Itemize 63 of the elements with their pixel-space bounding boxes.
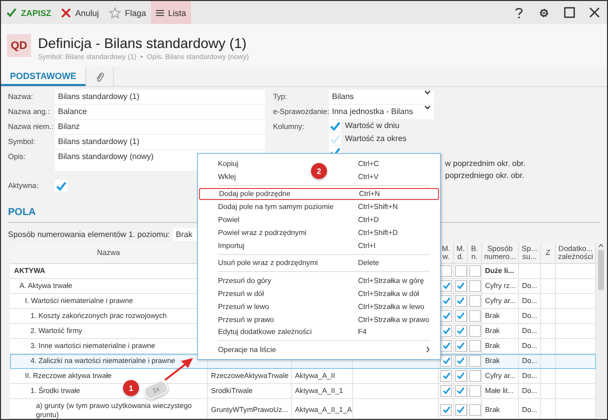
- maximize-icon[interactable]: [564, 7, 575, 18]
- paperclip-icon: [95, 70, 104, 82]
- checkbox[interactable]: [454, 294, 466, 306]
- checkbox[interactable]: [440, 340, 452, 352]
- checkbox-label: poprzedniego okr. obr.: [445, 170, 524, 182]
- checkbox[interactable]: [329, 120, 341, 132]
- check-icon: [6, 7, 17, 18]
- input-field[interactable]: Bilanz: [55, 120, 265, 134]
- chevron-down-icon: [424, 90, 431, 95]
- checkbox[interactable]: [468, 310, 480, 322]
- star-icon: [108, 6, 121, 18]
- settings-icon[interactable]: [538, 6, 550, 18]
- checkbox[interactable]: [440, 264, 452, 276]
- checkbox[interactable]: [468, 370, 480, 382]
- close-icon: [61, 8, 72, 18]
- chevron-right-icon: [426, 346, 430, 354]
- chevron-up-icon: [598, 243, 604, 248]
- checkbox[interactable]: [454, 324, 466, 336]
- checkbox[interactable]: [468, 384, 480, 396]
- checkbox-label: Wartość za okres: [345, 132, 406, 144]
- list-button[interactable]: Lista: [151, 1, 192, 24]
- checkbox[interactable]: [454, 370, 466, 382]
- checkbox[interactable]: [468, 280, 480, 292]
- checkbox[interactable]: [440, 310, 452, 322]
- app-badge: QD: [7, 34, 31, 57]
- help-icon[interactable]: [514, 6, 524, 18]
- checkbox[interactable]: [454, 404, 466, 416]
- checkbox[interactable]: [454, 384, 466, 396]
- checkbox[interactable]: [440, 280, 452, 292]
- checkbox[interactable]: [55, 180, 67, 192]
- checkbox[interactable]: [440, 354, 452, 366]
- checkbox[interactable]: [440, 384, 452, 396]
- input-field[interactable]: Bilans standardowy (1): [55, 90, 265, 104]
- flag-button[interactable]: Flaga: [104, 1, 152, 24]
- field-label: Sposób numerowania elementów 1. poziomu:: [8, 230, 170, 239]
- checkbox[interactable]: [468, 404, 480, 416]
- close-icon[interactable]: [589, 7, 600, 18]
- checkbox[interactable]: [440, 294, 452, 306]
- input-field[interactable]: Balance: [55, 105, 265, 119]
- checkbox[interactable]: [440, 324, 452, 336]
- checkbox[interactable]: [454, 340, 466, 352]
- save-button[interactable]: ZAPISZ: [1, 1, 56, 24]
- window-title: Definicja - Bilans standardowy (1): [38, 35, 248, 51]
- tab[interactable]: PODSTAWOWE: [1, 67, 86, 86]
- checkbox[interactable]: [440, 370, 452, 382]
- checkbox[interactable]: [468, 294, 480, 306]
- chevron-down-icon: [424, 105, 431, 110]
- cancel-button[interactable]: Anuluj: [56, 1, 104, 24]
- checkbox[interactable]: [454, 310, 466, 322]
- checkbox[interactable]: [468, 264, 480, 276]
- checkbox[interactable]: [454, 264, 466, 276]
- menu-icon: [156, 8, 164, 16]
- checkbox[interactable]: [440, 404, 452, 416]
- checkbox[interactable]: [454, 280, 466, 292]
- checkbox[interactable]: [454, 354, 466, 366]
- input-field[interactable]: Bilans standardowy (1): [55, 135, 265, 149]
- checkbox[interactable]: [468, 340, 480, 352]
- checkbox-label: w poprzednim okr. obr.: [445, 158, 526, 170]
- dropdown[interactable]: Inna jednostka - Bilans: [329, 105, 434, 119]
- checkbox-label: Wartość w dniu: [345, 120, 400, 132]
- checkbox[interactable]: [468, 324, 480, 336]
- checkbox[interactable]: [468, 354, 480, 366]
- dropdown[interactable]: Bilans: [329, 90, 434, 104]
